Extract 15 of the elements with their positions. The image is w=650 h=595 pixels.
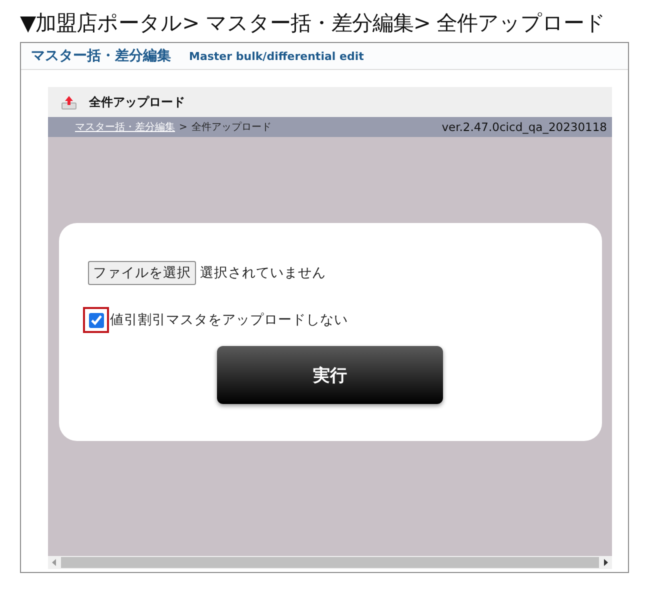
breadcrumb-separator: > — [179, 122, 188, 132]
header-subtitle: Master bulk/differential edit — [189, 50, 364, 62]
breadcrumb-current: 全件アップロード — [191, 120, 272, 134]
checkbox[interactable] — [88, 312, 104, 328]
checkbox-label: 値引割引マスタをアップロードしない — [110, 311, 348, 329]
upload-icon — [61, 94, 77, 110]
scrollbar-thumb[interactable] — [61, 557, 599, 568]
file-status: 選択されていません — [200, 264, 326, 282]
page-caption: ▼加盟店ポータル> マスター括・差分編集> 全件アップロード — [20, 10, 607, 37]
header-title: マスター括・差分編集 — [31, 47, 171, 65]
file-select-button[interactable]: ファイルを選択 — [88, 261, 196, 285]
horizontal-scrollbar[interactable] — [48, 556, 612, 569]
execute-button[interactable]: 実行 — [217, 346, 443, 404]
version-text: ver.2.47.0cicd_qa_20230118 — [442, 120, 607, 134]
panel-title: 全件アップロード — [89, 94, 185, 110]
